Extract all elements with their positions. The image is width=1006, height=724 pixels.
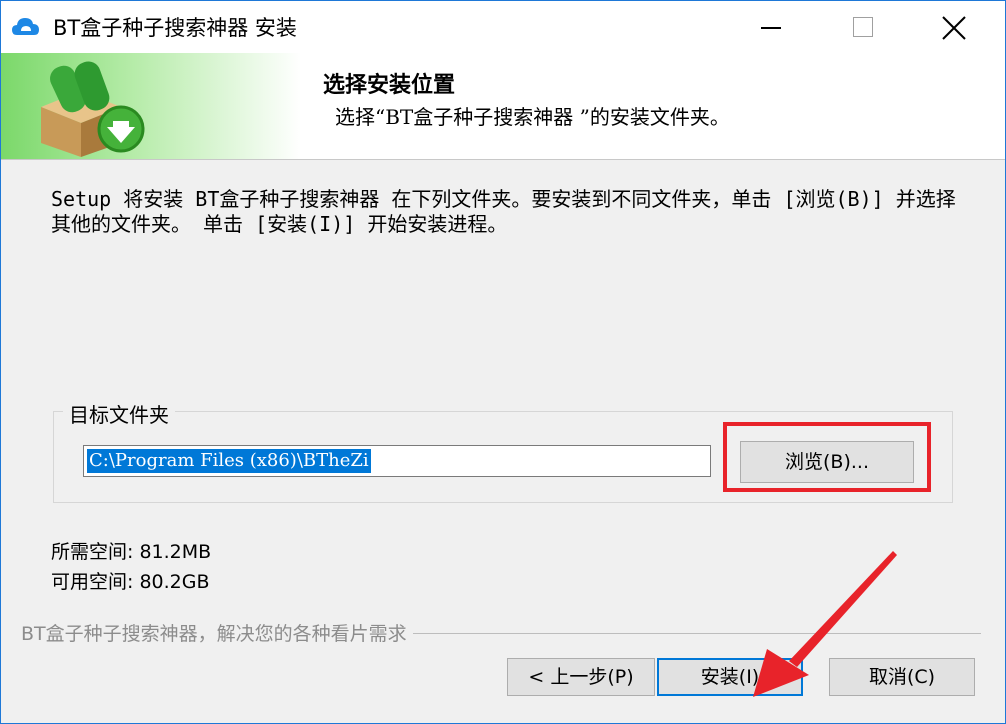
wizard-header: 选择安装位置 选择“BT盒子种子搜索神器 ”的安装文件夹。	[1, 53, 1005, 160]
available-space: 可用空间: 80.2GB	[51, 571, 210, 593]
title-bar[interactable]: BT盒子种子搜索神器 安装	[1, 1, 1005, 53]
annotation-highlight	[723, 422, 931, 492]
header-banner	[1, 53, 301, 159]
maximize-icon	[853, 17, 873, 37]
instructions-text: Setup 将安装 BT盒子种子搜索神器 在下列文件夹。要安装到不同文件夹，单击…	[51, 187, 956, 236]
destination-path-input[interactable]: C:\Program Files (x86)\BTheZi	[83, 445, 711, 477]
back-button[interactable]: < 上一步(P)	[507, 658, 655, 696]
close-icon	[942, 16, 966, 40]
destination-group-label: 目标文件夹	[63, 399, 175, 428]
branding-text: BT盒子种子搜索神器，解决您的各种看片需求	[21, 619, 413, 646]
cancel-button[interactable]: 取消(C)	[829, 658, 975, 696]
minimize-button[interactable]	[725, 1, 815, 53]
minimize-icon	[761, 27, 781, 29]
install-button[interactable]: 安装(I)	[657, 658, 803, 696]
maximize-button[interactable]	[817, 1, 907, 53]
window-title: BT盒子种子搜索神器 安装	[53, 16, 297, 40]
cloud-icon	[12, 18, 39, 35]
package-download-icon	[41, 61, 145, 157]
required-space: 所需空间: 81.2MB	[51, 541, 212, 563]
destination-path-value: C:\Program Files (x86)\BTheZi	[87, 449, 371, 473]
installer-window: BT盒子种子搜索神器 安装 选择安装位置 选择“BT盒子种子搜索神器 ”的安装文…	[0, 0, 1006, 724]
page-title: 选择安装位置	[323, 72, 456, 98]
close-button[interactable]	[909, 1, 999, 53]
page-subtitle: 选择“BT盒子种子搜索神器 ”的安装文件夹。	[335, 105, 730, 129]
